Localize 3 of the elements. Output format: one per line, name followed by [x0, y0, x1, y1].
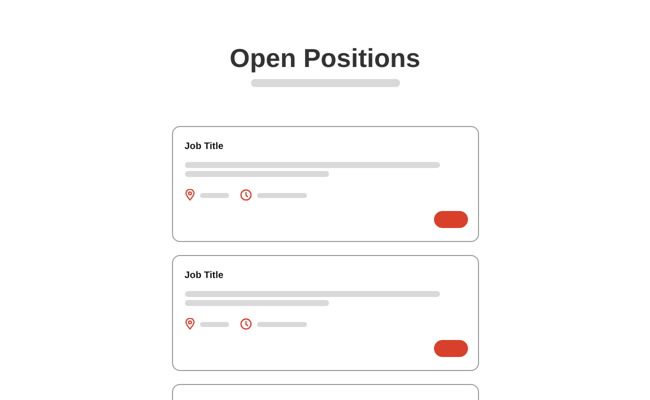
job-title: Job Title [184, 141, 224, 153]
page-title: Open Positions [230, 42, 420, 75]
job-title: Job Title [184, 270, 224, 282]
